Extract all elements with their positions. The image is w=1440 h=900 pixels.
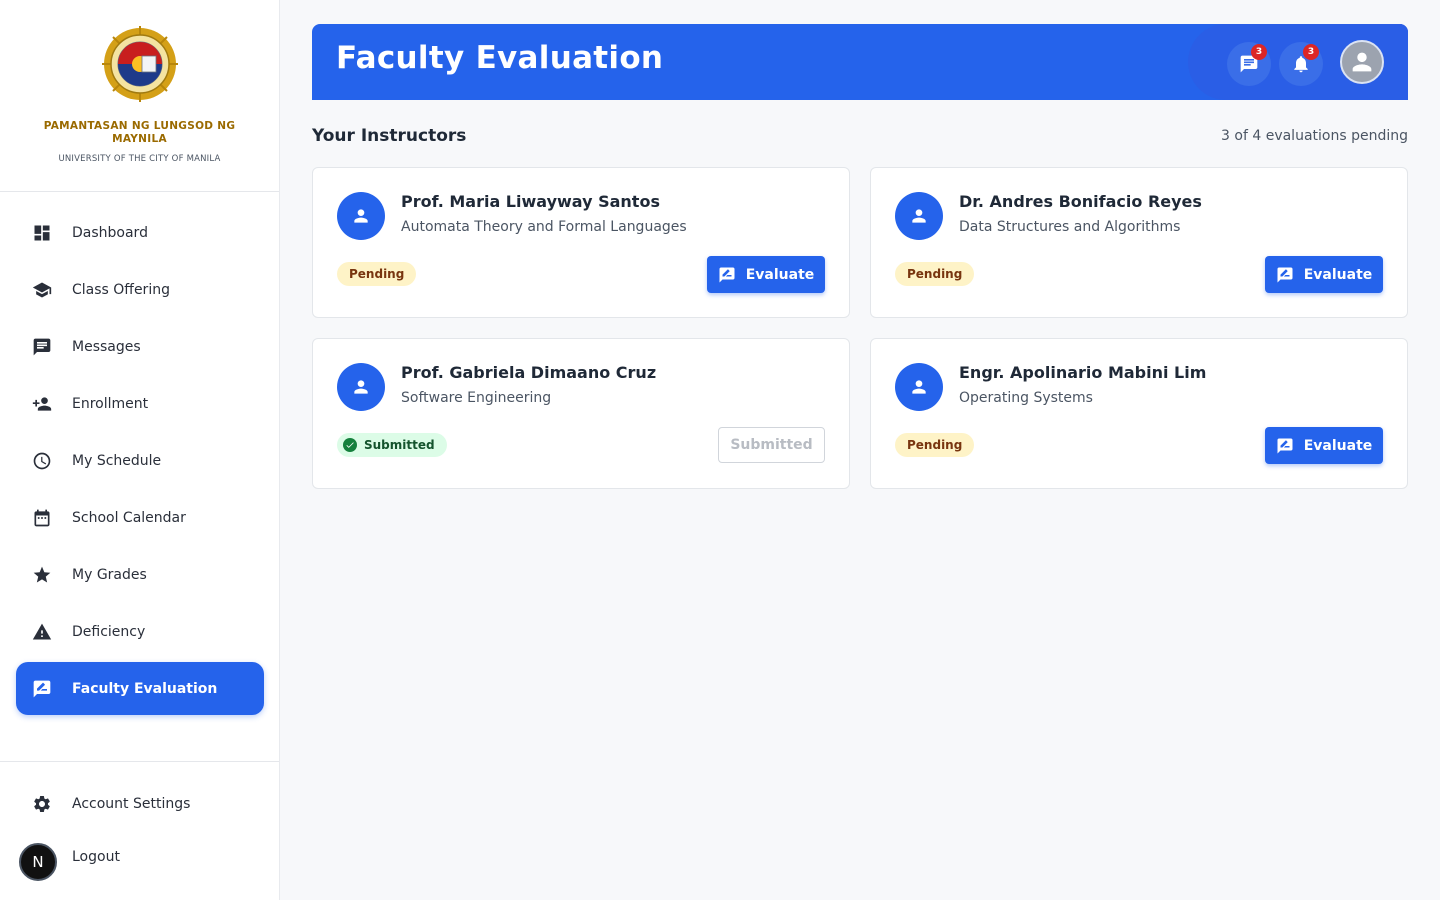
instructor-name: Dr. Andres Bonifacio Reyes [959, 192, 1202, 211]
gear-icon [32, 794, 52, 814]
person-icon [354, 380, 368, 394]
sidebar-item-class-offering[interactable]: Class Offering [16, 263, 264, 316]
person-icon [354, 209, 368, 223]
sidebar-item-my-grades[interactable]: My Grades [16, 548, 264, 601]
instructor-name: Engr. Apolinario Mabini Lim [959, 363, 1207, 382]
sidebar-divider [0, 761, 279, 762]
user-profile-button[interactable] [1340, 40, 1384, 84]
sidebar-item-label: Enrollment [72, 395, 149, 412]
notifications-badge: 3 [1303, 44, 1319, 60]
status-badge: Pending [337, 262, 417, 286]
university-subtitle: UNIVERSITY OF THE CITY OF MANILA [58, 154, 221, 164]
chat-icon [32, 337, 52, 357]
course-name: Operating Systems [959, 390, 1093, 406]
instructor-name: Prof. Gabriela Dimaano Cruz [401, 363, 657, 382]
check-circle-icon [343, 438, 357, 452]
logout-label: Logout [72, 849, 120, 865]
sidebar-item-enrollment[interactable]: Enrollment [16, 377, 264, 430]
notifications-button[interactable]: 3 [1279, 42, 1323, 86]
course-name: Software Engineering [401, 390, 552, 406]
instructor-avatar [895, 363, 943, 411]
sidebar-item-label: My Grades [72, 566, 147, 583]
rate-review-icon [719, 267, 735, 282]
person-icon [912, 209, 926, 223]
sidebar-nav: Dashboard Class Offering Messages Enroll… [16, 206, 264, 719]
instructor-avatar [337, 363, 385, 411]
sidebar-item-messages[interactable]: Messages [16, 320, 264, 373]
sidebar-item-label: My Schedule [72, 452, 162, 469]
account-settings-label: Account Settings [72, 796, 191, 812]
rate-review-icon [1277, 438, 1293, 453]
graduation-cap-icon [32, 280, 52, 300]
rate-review-icon [32, 679, 52, 699]
sidebar-item-label: Class Offering [72, 281, 170, 298]
clock-icon [32, 451, 52, 471]
evaluate-button[interactable]: Evaluate [1265, 256, 1383, 293]
pending-summary: 3 of 4 evaluations pending [1221, 128, 1408, 144]
person-icon [912, 380, 926, 394]
calendar-icon [32, 508, 52, 528]
status-badge: Pending [895, 433, 975, 457]
rate-review-icon [1277, 267, 1293, 282]
course-name: Data Structures and Algorithms [959, 219, 1181, 235]
sidebar-item-my-schedule[interactable]: My Schedule [16, 434, 264, 487]
person-add-icon [32, 394, 52, 414]
submitted-button: Submitted [718, 427, 825, 463]
sidebar-item-school-calendar[interactable]: School Calendar [16, 491, 264, 544]
person-icon [1352, 52, 1372, 72]
messages-button[interactable]: 3 [1227, 42, 1271, 86]
sidebar-item-dashboard[interactable]: Dashboard [16, 206, 264, 259]
instructor-name: Prof. Maria Liwayway Santos [401, 192, 660, 211]
section-title: Your Instructors [312, 126, 467, 146]
sidebar-item-label: School Calendar [72, 509, 186, 526]
sidebar-item-label: Faculty Evaluation [72, 680, 218, 697]
page-header: Faculty Evaluation 3 3 [312, 24, 1408, 100]
messages-badge: 3 [1251, 44, 1267, 60]
brand-block: PAMANTASAN NG LUNGSOD NG MAYNILA UNIVERS… [0, 0, 279, 192]
instructor-avatar [895, 192, 943, 240]
dashboard-icon [32, 223, 52, 243]
evaluate-button[interactable]: Evaluate [1265, 427, 1383, 464]
page-title: Faculty Evaluation [336, 40, 664, 76]
sidebar-item-deficiency[interactable]: Deficiency [16, 605, 264, 658]
sidebar-item-label: Dashboard [72, 224, 148, 241]
course-name: Automata Theory and Formal Languages [401, 219, 687, 235]
instructor-card: Dr. Andres Bonifacio Reyes Data Structur… [870, 167, 1408, 318]
sidebar-item-faculty-evaluation[interactable]: Faculty Evaluation [16, 662, 264, 715]
status-badge: Submitted [337, 433, 447, 457]
user-initial-avatar[interactable]: N [19, 843, 57, 881]
sidebar-item-label: Messages [72, 338, 141, 355]
account-settings-link[interactable]: Account Settings [16, 782, 264, 826]
instructor-avatar [337, 192, 385, 240]
warning-icon [32, 622, 52, 642]
university-name: PAMANTASAN NG LUNGSOD NG MAYNILA [43, 120, 236, 145]
header-actions: 3 3 [1188, 24, 1408, 100]
status-badge: Pending [895, 262, 975, 286]
instructor-card: Prof. Maria Liwayway Santos Automata The… [312, 167, 850, 318]
instructor-card: Engr. Apolinario Mabini Lim Operating Sy… [870, 338, 1408, 489]
instructor-card: Prof. Gabriela Dimaano Cruz Software Eng… [312, 338, 850, 489]
evaluate-button[interactable]: Evaluate [707, 256, 825, 293]
sidebar: PAMANTASAN NG LUNGSOD NG MAYNILA UNIVERS… [0, 0, 280, 900]
sidebar-item-label: Deficiency [72, 623, 146, 640]
university-seal-logo [101, 26, 178, 102]
star-icon [32, 565, 52, 585]
